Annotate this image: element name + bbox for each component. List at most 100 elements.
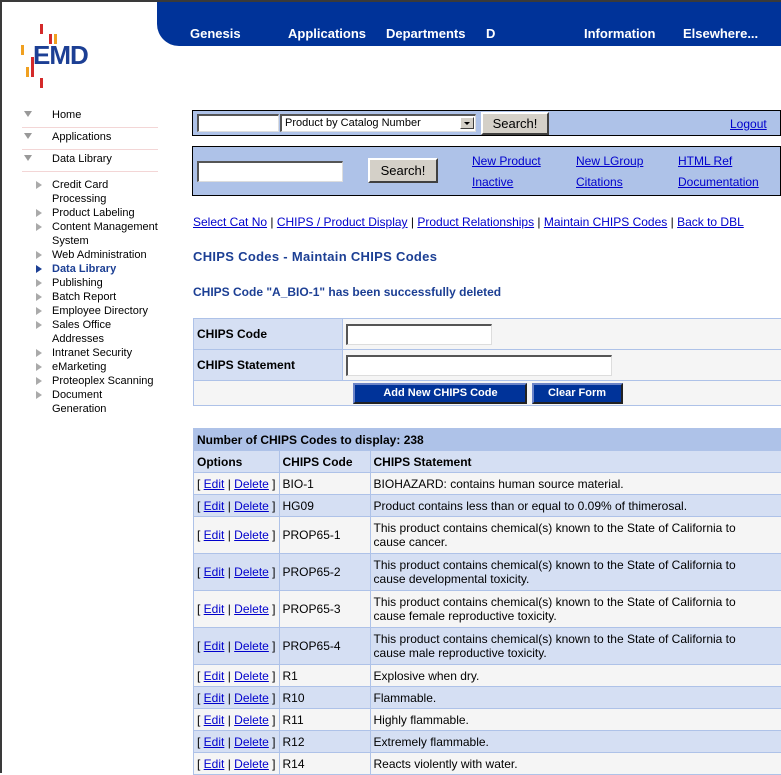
nav-genesis[interactable]: Genesis bbox=[190, 26, 241, 41]
new-lgroup-link[interactable]: New LGroup bbox=[576, 154, 643, 168]
nav-departments[interactable]: Departments bbox=[386, 26, 465, 41]
inactive-link[interactable]: Inactive bbox=[472, 175, 513, 189]
sidebar-subitem-credit-card-processing[interactable]: Credit CardProcessing bbox=[22, 178, 158, 206]
delete-link[interactable]: Delete bbox=[234, 713, 269, 727]
quick-search-input[interactable] bbox=[197, 161, 343, 182]
row-chips-statement: Reacts violently with water. bbox=[370, 753, 781, 775]
nav-d[interactable]: D bbox=[486, 26, 495, 41]
table-row: [ Edit | Delete ]R11Highly flammable. bbox=[194, 709, 781, 731]
new-product-link[interactable]: New Product bbox=[472, 154, 541, 168]
sidebar-subitem-content-management-system[interactable]: Content ManagementSystem bbox=[22, 220, 158, 248]
nav-elsewhere[interactable]: Elsewhere... bbox=[683, 26, 758, 41]
html-ref-link[interactable]: HTML Ref bbox=[678, 154, 732, 168]
edit-link[interactable]: Edit bbox=[204, 477, 225, 491]
row-chips-code: PROP65-4 bbox=[279, 628, 370, 665]
triangle-right-icon bbox=[36, 293, 42, 301]
delete-link[interactable]: Delete bbox=[234, 499, 269, 513]
logout-link[interactable]: Logout bbox=[730, 117, 767, 131]
edit-link[interactable]: Edit bbox=[204, 499, 225, 513]
delete-link[interactable]: Delete bbox=[234, 691, 269, 705]
sidebar-subitem-label: eMarketing bbox=[52, 361, 106, 373]
breadcrumb-select-cat-no[interactable]: Select Cat No bbox=[193, 215, 267, 229]
breadcrumb-separator: | bbox=[667, 215, 677, 229]
edit-link[interactable]: Edit bbox=[204, 735, 225, 749]
sidebar-subitem-document-generation[interactable]: Document Generation bbox=[22, 388, 158, 416]
chevron-down-icon[interactable] bbox=[460, 117, 474, 129]
edit-link[interactable]: Edit bbox=[204, 602, 225, 616]
delete-link[interactable]: Delete bbox=[234, 735, 269, 749]
chips-statement-input[interactable] bbox=[346, 355, 612, 376]
nav-applications[interactable]: Applications bbox=[288, 26, 366, 41]
triangle-right-icon bbox=[36, 321, 42, 329]
clear-form-button[interactable]: Clear Form bbox=[532, 383, 623, 404]
triangle-right-icon bbox=[36, 181, 42, 189]
top-nav: Genesis Applications Departments D Infor… bbox=[157, 2, 781, 46]
table-row: [ Edit | Delete ]PROP65-2This product co… bbox=[194, 554, 781, 591]
sidebar-subitem-label: Addresses bbox=[52, 333, 104, 345]
row-chips-statement: BIOHAZARD: contains human source materia… bbox=[370, 473, 781, 495]
triangle-right-icon bbox=[36, 363, 42, 371]
delete-link[interactable]: Delete bbox=[234, 639, 269, 653]
delete-link[interactable]: Delete bbox=[234, 565, 269, 579]
edit-link[interactable]: Edit bbox=[204, 713, 225, 727]
nav-information[interactable]: Information bbox=[584, 26, 656, 41]
chips-code-label: CHIPS Code bbox=[194, 319, 343, 350]
citations-link[interactable]: Citations bbox=[576, 175, 623, 189]
chips-code-input[interactable] bbox=[346, 324, 492, 345]
sidebar-submenu: Credit CardProcessingProduct LabelingCon… bbox=[22, 178, 158, 416]
triangle-right-icon bbox=[36, 279, 42, 287]
sidebar-item-data-library[interactable]: Data Library bbox=[22, 150, 158, 172]
catalog-search-input[interactable] bbox=[197, 114, 279, 132]
codes-count: Number of CHIPS Codes to display: 238 bbox=[194, 429, 781, 451]
sidebar-subitem-proteoplex-scanning[interactable]: Proteoplex Scanning bbox=[22, 374, 158, 388]
emd-logo[interactable]: EMD bbox=[19, 22, 89, 90]
row-chips-statement: This product contains chemical(s) known … bbox=[370, 517, 781, 554]
edit-link[interactable]: Edit bbox=[204, 565, 225, 579]
breadcrumb-back-to-dbl[interactable]: Back to DBL bbox=[677, 215, 744, 229]
sidebar-item-label: Applications bbox=[52, 131, 111, 143]
sidebar-subitem-product-labeling[interactable]: Product Labeling bbox=[22, 206, 158, 220]
sidebar-subitem-label: Product Labeling bbox=[52, 207, 135, 219]
edit-link[interactable]: Edit bbox=[204, 528, 225, 542]
sidebar-subitem-employee-directory[interactable]: Employee Directory bbox=[22, 304, 158, 318]
sidebar-subitem-publishing[interactable]: Publishing bbox=[22, 276, 158, 290]
delete-link[interactable]: Delete bbox=[234, 669, 269, 683]
breadcrumb-maintain-chips-codes[interactable]: Maintain CHIPS Codes bbox=[544, 215, 667, 229]
breadcrumb: Select Cat No | CHIPS / Product Display … bbox=[193, 215, 744, 229]
row-options: [ Edit | Delete ] bbox=[194, 753, 280, 775]
row-chips-statement: Explosive when dry. bbox=[370, 665, 781, 687]
edit-link[interactable]: Edit bbox=[204, 691, 225, 705]
sidebar-item-applications[interactable]: Applications bbox=[22, 128, 158, 150]
delete-link[interactable]: Delete bbox=[234, 602, 269, 616]
chips-statement-label: CHIPS Statement bbox=[194, 350, 343, 381]
catalog-search-button[interactable]: Search! bbox=[481, 112, 549, 135]
row-options: [ Edit | Delete ] bbox=[194, 473, 280, 495]
sidebar-item-home[interactable]: Home bbox=[22, 106, 158, 128]
quick-search-button[interactable]: Search! bbox=[368, 158, 438, 183]
table-row: [ Edit | Delete ]R1Explosive when dry. bbox=[194, 665, 781, 687]
edit-link[interactable]: Edit bbox=[204, 669, 225, 683]
breadcrumb-product-relationships[interactable]: Product Relationships bbox=[417, 215, 534, 229]
row-options: [ Edit | Delete ] bbox=[194, 731, 280, 753]
documentation-link[interactable]: Documentation bbox=[678, 175, 759, 189]
edit-link[interactable]: Edit bbox=[204, 639, 225, 653]
delete-link[interactable]: Delete bbox=[234, 477, 269, 491]
breadcrumb-separator: | bbox=[534, 215, 544, 229]
edit-link[interactable]: Edit bbox=[204, 757, 225, 771]
sidebar-subitem-data-library[interactable]: Data Library bbox=[22, 262, 158, 276]
row-chips-code: BIO-1 bbox=[279, 473, 370, 495]
sidebar-subitem-sales-office-addresses[interactable]: Sales OfficeAddresses bbox=[22, 318, 158, 346]
delete-link[interactable]: Delete bbox=[234, 757, 269, 771]
triangle-right-icon bbox=[36, 377, 42, 385]
sidebar-subitem-batch-report[interactable]: Batch Report bbox=[22, 290, 158, 304]
page-title: CHIPS Codes - Maintain CHIPS Codes bbox=[193, 249, 437, 264]
sidebar-subitem-intranet-security[interactable]: Intranet Security bbox=[22, 346, 158, 360]
delete-link[interactable]: Delete bbox=[234, 528, 269, 542]
logo-bar bbox=[40, 24, 43, 34]
add-chips-code-button[interactable]: Add New CHIPS Code bbox=[353, 383, 527, 404]
triangle-right-icon bbox=[36, 265, 42, 273]
sidebar-subitem-emarketing[interactable]: eMarketing bbox=[22, 360, 158, 374]
search-type-select[interactable]: Product by Catalog Number bbox=[280, 114, 476, 132]
sidebar-subitem-web-administration[interactable]: Web Administration bbox=[22, 248, 158, 262]
breadcrumb-chips-product-display[interactable]: CHIPS / Product Display bbox=[277, 215, 408, 229]
